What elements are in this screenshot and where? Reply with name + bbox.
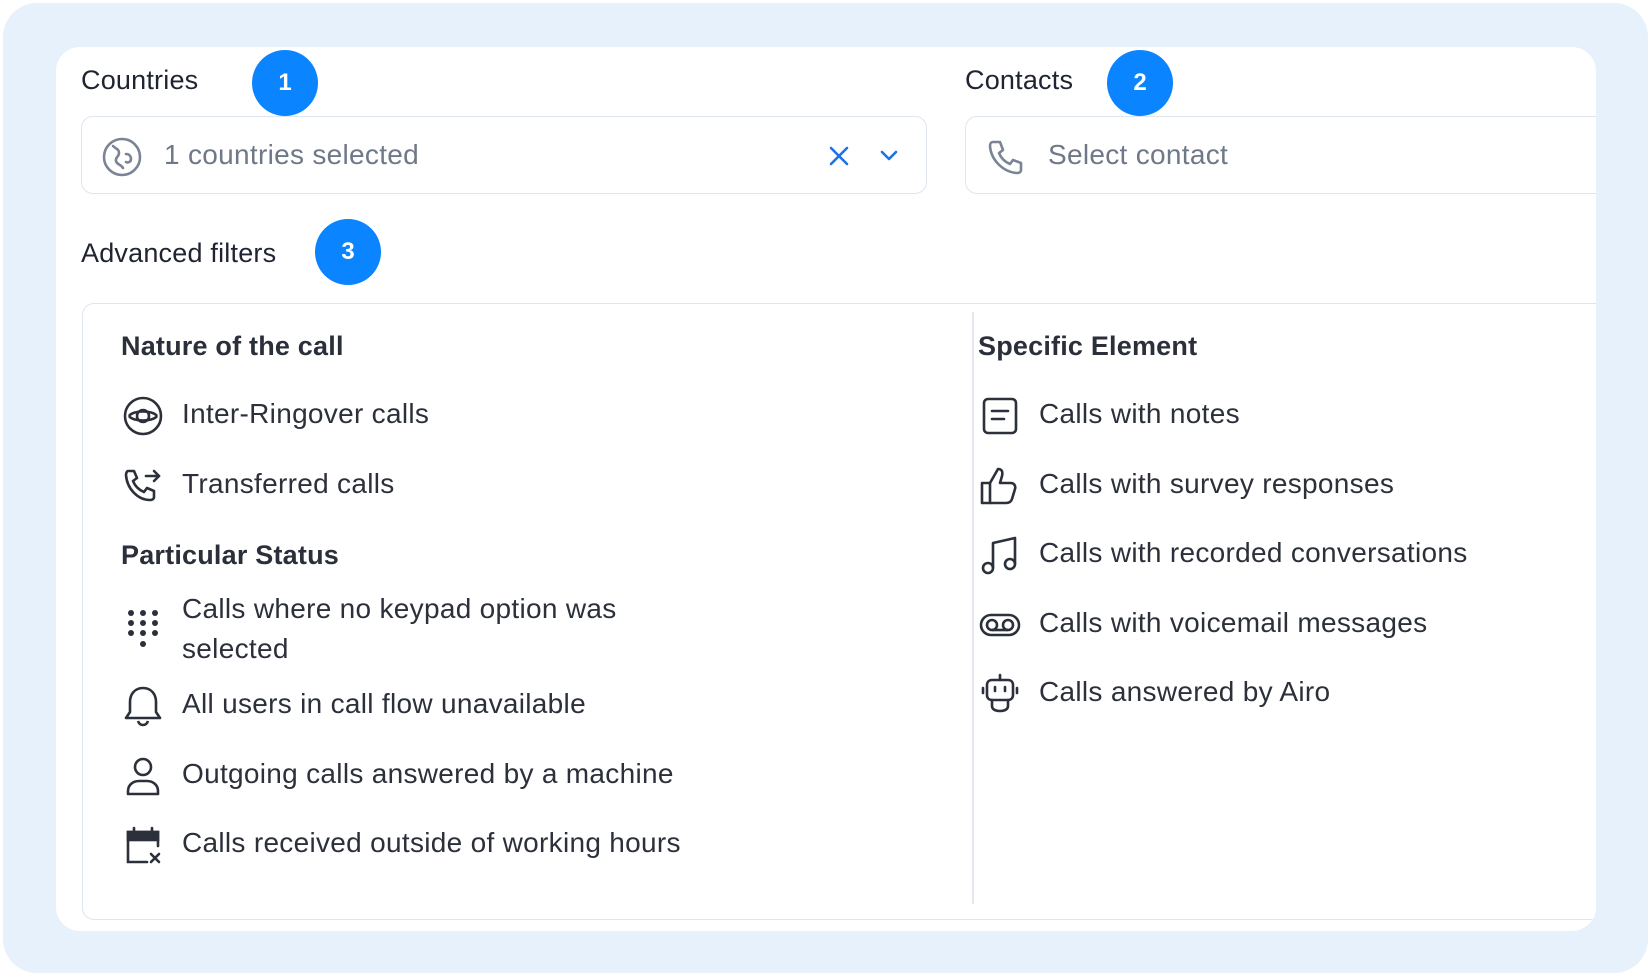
filter-label: Calls answered by Airo — [1039, 676, 1331, 707]
contacts-placeholder: Select contact — [1048, 139, 1229, 170]
filter-label: Calls with notes — [1039, 398, 1240, 429]
step-badge-3: 3 — [315, 219, 381, 285]
filter-label: Calls with voicemail messages — [1039, 607, 1428, 638]
filter-label: Calls received outside of working hours — [182, 827, 681, 858]
chevron-down-icon[interactable] — [870, 137, 908, 175]
filter-label: Calls where no keypad option was selecte… — [182, 593, 617, 664]
clear-icon[interactable] — [820, 137, 858, 175]
filter-answered-machine[interactable]: Outgoing calls answered by a machine — [121, 754, 674, 798]
filter-label: Outgoing calls answered by a machine — [182, 758, 674, 789]
user-icon — [121, 754, 165, 798]
page-background: Countries 1 1 countries selected Contact… — [3, 3, 1648, 973]
nature-of-call-title: Nature of the call — [121, 331, 344, 361]
calendar-x-icon — [121, 823, 165, 867]
contacts-select[interactable]: Select contact — [965, 116, 1596, 194]
filter-notes[interactable]: Calls with notes — [978, 394, 1240, 438]
filter-users-unavailable[interactable]: All users in call flow unavailable — [121, 684, 586, 728]
step-badge-1: 1 — [252, 50, 318, 116]
music-note-icon — [978, 533, 1022, 577]
robot-icon — [978, 672, 1022, 716]
contacts-label: Contacts — [965, 65, 1074, 95]
filter-transferred[interactable]: Transferred calls — [121, 464, 395, 508]
ringover-icon — [121, 394, 165, 438]
filter-label: Calls with survey responses — [1039, 468, 1395, 499]
filter-recorded[interactable]: Calls with recorded conversations — [978, 533, 1468, 577]
filter-airo[interactable]: Calls answered by Airo — [978, 672, 1330, 716]
countries-select[interactable]: 1 countries selected — [81, 116, 927, 194]
filter-label: All users in call flow unavailable — [182, 688, 586, 719]
filters-panel: Countries 1 1 countries selected Contact… — [56, 47, 1596, 931]
countries-value: 1 countries selected — [164, 139, 420, 170]
thumbs-up-icon — [978, 464, 1022, 508]
voicemail-icon — [978, 603, 1022, 647]
filter-label: Transferred calls — [182, 468, 395, 499]
phone-icon — [984, 135, 1028, 179]
specific-element-title: Specific Element — [978, 331, 1198, 361]
filter-label: Inter-Ringover calls — [182, 398, 430, 429]
note-icon — [978, 394, 1022, 438]
particular-status-title: Particular Status — [121, 540, 339, 570]
column-divider — [972, 312, 974, 904]
filter-survey[interactable]: Calls with survey responses — [978, 464, 1394, 508]
advanced-filters-box: Nature of the call Inter-Ringover calls — [82, 303, 1596, 920]
bell-icon — [121, 684, 165, 728]
globe-icon — [100, 135, 144, 179]
keypad-icon — [121, 607, 165, 651]
phone-forward-icon — [121, 464, 165, 508]
step-badge-2: 2 — [1107, 50, 1173, 116]
filter-outside-hours[interactable]: Calls received outside of working hours — [121, 823, 681, 867]
advanced-filters-label: Advanced filters — [81, 238, 277, 268]
filter-inter-ringover[interactable]: Inter-Ringover calls — [121, 394, 429, 438]
filter-no-keypad[interactable]: Calls where no keypad option was selecte… — [121, 589, 681, 669]
countries-label: Countries — [81, 65, 199, 95]
filter-voicemail[interactable]: Calls with voicemail messages — [978, 603, 1427, 647]
filter-label: Calls with recorded conversations — [1039, 537, 1468, 568]
